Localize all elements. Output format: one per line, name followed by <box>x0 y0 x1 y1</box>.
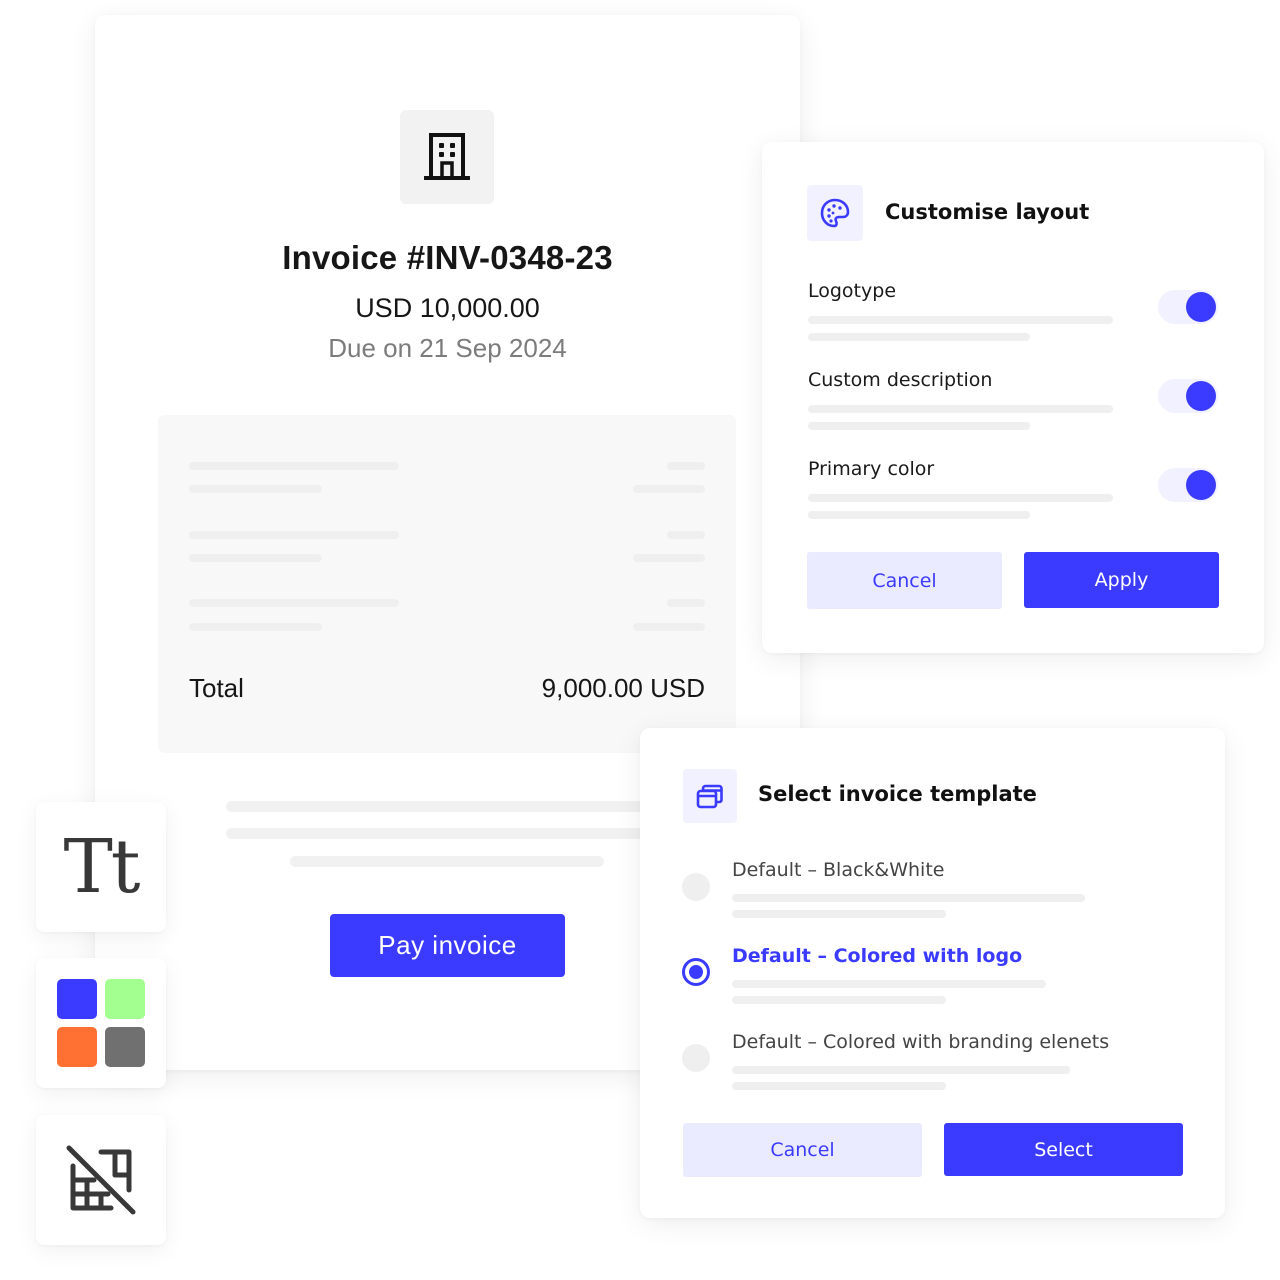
line-item-placeholder <box>189 531 399 539</box>
line-item-placeholder <box>189 623 322 631</box>
color-swatches <box>57 979 145 1067</box>
option-description-placeholder <box>808 333 1030 341</box>
line-item-placeholder <box>189 462 399 470</box>
customise-layout-panel: Customise layout Logotype Custom descrip… <box>762 142 1264 653</box>
toggle-logotype[interactable] <box>1158 290 1218 324</box>
total-value: 9,000.00 USD <box>541 673 705 703</box>
grid-off-icon <box>66 1145 136 1215</box>
option-description-placeholder <box>808 511 1030 519</box>
radio-black-white[interactable] <box>682 873 710 901</box>
swatch-orange <box>57 1027 97 1067</box>
template-label-black-white[interactable]: Default – Black&White <box>732 859 944 881</box>
apply-button[interactable]: Apply <box>1024 552 1219 608</box>
notes-placeholder <box>290 856 604 867</box>
template-stack-icon <box>696 784 723 809</box>
template-description-placeholder <box>732 996 946 1004</box>
line-item-placeholder <box>189 554 322 562</box>
line-item-placeholder <box>189 485 322 493</box>
grid-toggle-tool[interactable] <box>36 1115 166 1245</box>
option-description-placeholder <box>808 494 1113 502</box>
swatch-blue <box>57 979 97 1019</box>
radio-colored-logo[interactable] <box>682 958 710 986</box>
toggle-knob <box>1186 381 1216 411</box>
notes-placeholder <box>226 828 666 839</box>
template-description-placeholder <box>732 980 1046 988</box>
line-items-panel: Total 9,000.00 USD <box>158 415 736 753</box>
company-logo <box>400 110 494 204</box>
line-item-placeholder <box>633 623 705 631</box>
pay-invoice-button[interactable]: Pay invoice <box>330 914 565 977</box>
line-item-placeholder <box>633 485 705 493</box>
cancel-button[interactable]: Cancel <box>807 552 1002 609</box>
option-label-custom-description: Custom description <box>808 369 993 391</box>
toggle-knob <box>1186 292 1216 322</box>
panel-icon-box <box>807 185 863 241</box>
swatch-green <box>105 979 145 1019</box>
template-label-colored-logo[interactable]: Default – Colored with logo <box>732 945 1022 967</box>
line-item-placeholder <box>667 531 705 539</box>
line-item-placeholder <box>189 599 399 607</box>
template-description-placeholder <box>732 1066 1070 1074</box>
line-item-placeholder <box>667 599 705 607</box>
line-item-placeholder <box>667 462 705 470</box>
radio-colored-branding[interactable] <box>682 1044 710 1072</box>
palette-icon <box>820 198 850 228</box>
invoice-due-date: Due on 21 Sep 2024 <box>328 333 567 363</box>
line-item-placeholder <box>633 554 705 562</box>
option-description-placeholder <box>808 316 1113 324</box>
option-label-primary-color: Primary color <box>808 458 935 480</box>
typography-tool[interactable]: Tt <box>36 802 166 932</box>
template-description-placeholder <box>732 1082 946 1090</box>
panel-icon-box <box>683 769 737 823</box>
template-label-colored-branding[interactable]: Default – Colored with branding elenets <box>732 1031 1109 1053</box>
toggle-custom-description[interactable] <box>1158 379 1218 413</box>
invoice-amount: USD 10,000.00 <box>355 293 540 323</box>
select-button[interactable]: Select <box>944 1123 1183 1176</box>
option-description-placeholder <box>808 405 1113 413</box>
template-description-placeholder <box>732 894 1085 902</box>
panel-title: Select invoice template <box>758 782 1037 806</box>
option-label-logotype: Logotype <box>808 280 897 302</box>
typography-icon: Tt <box>63 824 140 910</box>
toggle-primary-color[interactable] <box>1158 468 1218 502</box>
notes-placeholder <box>226 801 666 812</box>
option-description-placeholder <box>808 422 1030 430</box>
total-label: Total <box>189 673 244 703</box>
template-description-placeholder <box>732 910 946 918</box>
select-template-panel: Select invoice template Default – Black&… <box>640 728 1225 1218</box>
color-palette-tool[interactable] <box>36 958 166 1088</box>
swatch-gray <box>105 1027 145 1067</box>
building-icon <box>424 133 470 180</box>
invoice-title: Invoice #INV-0348-23 <box>282 239 613 276</box>
cancel-button[interactable]: Cancel <box>683 1123 922 1177</box>
toggle-knob <box>1186 470 1216 500</box>
panel-title: Customise layout <box>885 200 1090 224</box>
